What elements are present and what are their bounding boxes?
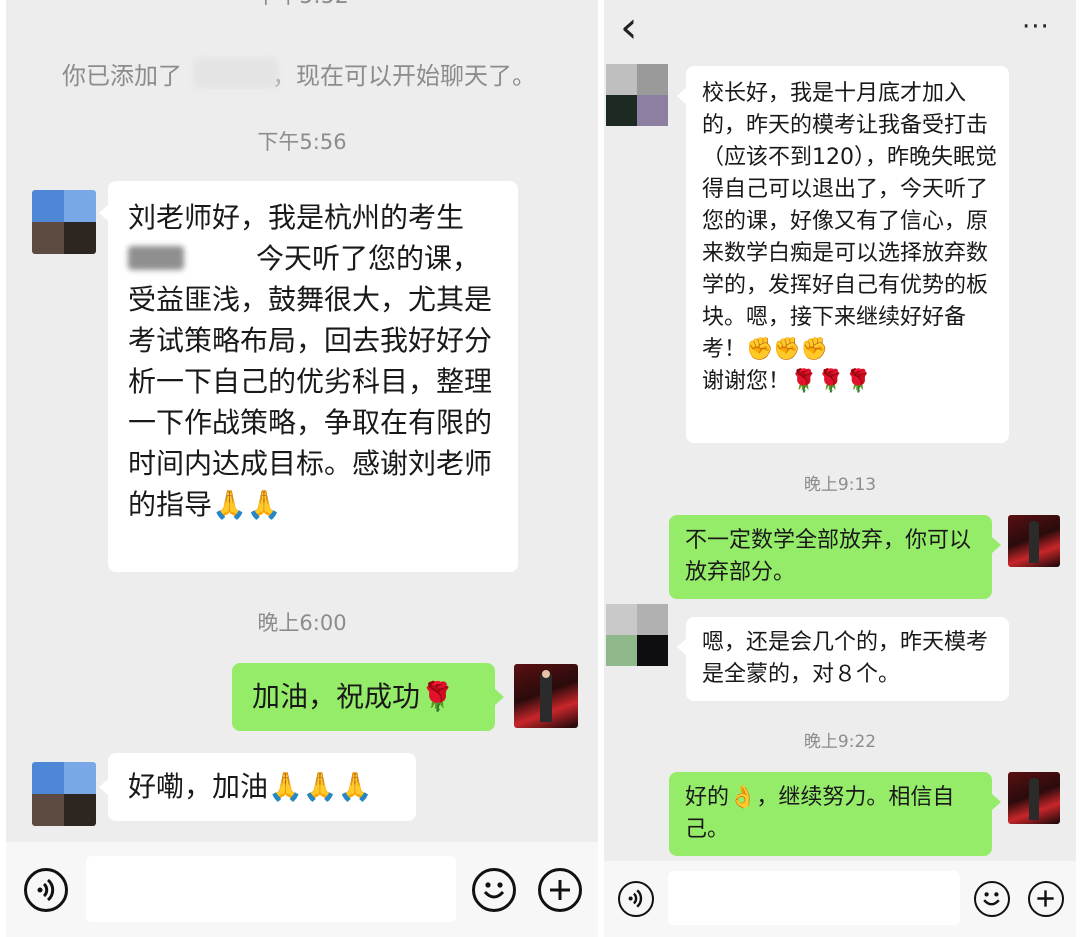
message-bubble[interactable]: 刘老师好，我是杭州的考生 今天听了您的课， 受益匪浅，鼓舞很大，尤其是考试策略布… xyxy=(99,181,518,572)
input-toolbar xyxy=(6,842,598,937)
message-bubble-sent[interactable]: 加油，祝成功🌹 xyxy=(232,663,504,731)
system-notice-suffix: ，现在可以开始聊天了。 xyxy=(272,62,536,90)
message-text: 今天听了您的课， xyxy=(256,242,481,275)
avatar[interactable] xyxy=(606,604,668,666)
avatar[interactable] xyxy=(32,762,96,826)
avatar-self[interactable] xyxy=(1008,772,1060,824)
timestamp: 晚上6:00 xyxy=(257,611,347,635)
chat-screenshot-left: 下午5:52 你已添加了 ，现在可以开始聊天了。 下午5:56 刘老师好，我是杭州… xyxy=(6,0,598,937)
message-text: 加油，祝成功🌹 xyxy=(252,680,455,713)
message-bubble-sent[interactable]: 不一定数学全部放弃，你可以放弃部分。 xyxy=(669,515,1001,599)
more-icon[interactable]: ··· xyxy=(1022,12,1050,42)
message-bubble-sent[interactable]: 好的👌，继续努力。相信自己。 xyxy=(669,772,1001,856)
avatar[interactable] xyxy=(606,64,668,126)
redacted-contact-name xyxy=(194,58,278,88)
system-notice-prefix: 你已添加了 xyxy=(62,62,182,90)
message-text: 不一定数学全部放弃，你可以放弃部分。 xyxy=(685,528,972,585)
message-input[interactable] xyxy=(86,856,456,922)
message-input[interactable] xyxy=(668,871,960,925)
timestamp: 晚上9:13 xyxy=(803,475,877,495)
timestamp: 晚上9:22 xyxy=(803,732,877,752)
message-bubble[interactable]: 好嘞，加油🙏🙏🙏 xyxy=(99,753,416,821)
plus-icon[interactable] xyxy=(538,868,582,912)
avatar-self[interactable] xyxy=(1008,515,1060,567)
plus-icon[interactable] xyxy=(1028,881,1064,917)
timestamp: 下午5:56 xyxy=(257,130,347,154)
message-text: 好的👌，继续努力。相信自己。 xyxy=(685,785,955,842)
timestamp-cut: 下午5:52 xyxy=(6,0,598,10)
message-text: 受益匪浅，鼓舞很大，尤其是考试策略布局，回去我好好分析一下自己的优劣科目，整理一… xyxy=(128,283,493,521)
message-text: 好嘞，加油🙏🙏🙏 xyxy=(128,770,373,803)
emoji-icon[interactable] xyxy=(974,881,1010,917)
avatar[interactable] xyxy=(32,190,96,254)
message-text: 校长好，我是十月底才加入的，昨天的模考让我备受打击（应该不到120），昨晚失眠觉… xyxy=(702,81,997,362)
message-text: 刘老师好，我是杭州的考生 xyxy=(128,201,465,234)
message-text: 谢谢您！🌹🌹🌹 xyxy=(702,369,873,394)
back-chevron-icon[interactable]: ‹ xyxy=(620,6,638,50)
redacted-name xyxy=(128,246,184,270)
system-notice: 你已添加了 ，现在可以开始聊天了。 xyxy=(62,56,536,91)
avatar-self[interactable] xyxy=(514,664,578,728)
emoji-icon[interactable] xyxy=(472,868,516,912)
voice-icon[interactable] xyxy=(24,868,68,912)
message-bubble[interactable]: 校长好，我是十月底才加入的，昨天的模考让我备受打击（应该不到120），昨晚失眠觉… xyxy=(677,66,1009,443)
input-toolbar xyxy=(604,861,1076,937)
voice-icon[interactable] xyxy=(618,881,654,917)
message-bubble[interactable]: 嗯，还是会几个的，昨天模考是全蒙的，对８个。 xyxy=(677,617,1009,701)
message-text: 嗯，还是会几个的，昨天模考是全蒙的，对８个。 xyxy=(702,630,989,687)
chat-screenshot-right: ‹ ··· 校长好，我是十月底才加入的，昨天的模考让我备受打击（应该不到120）… xyxy=(604,0,1076,937)
